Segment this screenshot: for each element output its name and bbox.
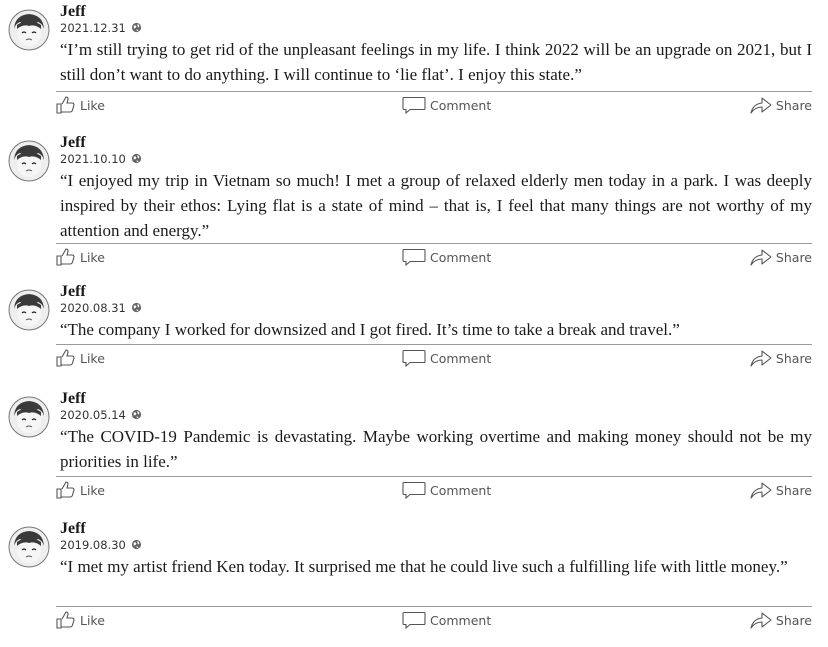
- author-name[interactable]: Jeff: [60, 283, 86, 301]
- share-icon: [750, 249, 772, 266]
- post-text: “I’m still trying to get rid of the unpl…: [60, 40, 812, 84]
- comment-icon: [402, 248, 426, 266]
- share-button[interactable]: Share: [750, 349, 812, 367]
- globe-icon: [131, 302, 141, 313]
- comment-label: Comment: [430, 249, 492, 265]
- share-button[interactable]: Share: [750, 481, 812, 499]
- share-icon: [750, 350, 772, 367]
- post-actions: Like Comment Share: [56, 243, 812, 270]
- post-text: “The COVID-19 Pandemic is devastating. M…: [60, 427, 812, 471]
- globe-icon: [131, 153, 141, 164]
- comment-label: Comment: [430, 97, 492, 113]
- post-date-row: 2021.12.31: [60, 20, 142, 35]
- share-label: Share: [775, 482, 812, 498]
- comment-button[interactable]: Comment: [402, 96, 491, 114]
- post-date-row: 2020.08.31: [60, 300, 142, 315]
- avatar[interactable]: [8, 526, 50, 568]
- avatar[interactable]: [8, 9, 50, 51]
- comment-label: Comment: [430, 350, 492, 366]
- post-date-row: 2020.05.14: [60, 407, 142, 422]
- post-actions: Like Comment Share: [56, 344, 812, 371]
- post-date: 2019.08.30: [60, 537, 126, 552]
- share-button[interactable]: Share: [750, 248, 812, 266]
- like-label: Like: [80, 249, 105, 265]
- post-date: 2020.08.31: [60, 300, 126, 315]
- thumbs-up-icon: [56, 611, 75, 629]
- share-icon: [750, 612, 772, 629]
- share-button[interactable]: Share: [750, 96, 812, 114]
- like-label: Like: [80, 350, 105, 366]
- author-name[interactable]: Jeff: [60, 390, 86, 408]
- share-icon: [750, 97, 772, 114]
- comment-icon: [402, 96, 426, 114]
- comment-button[interactable]: Comment: [402, 611, 491, 629]
- author-name[interactable]: Jeff: [60, 520, 86, 538]
- like-label: Like: [80, 97, 105, 113]
- avatar[interactable]: [8, 396, 50, 438]
- author-name[interactable]: Jeff: [60, 3, 86, 21]
- share-icon: [750, 482, 772, 499]
- like-button[interactable]: Like: [56, 96, 105, 114]
- share-label: Share: [775, 612, 812, 628]
- comment-icon: [402, 611, 426, 629]
- like-button[interactable]: Like: [56, 248, 105, 266]
- comment-button[interactable]: Comment: [402, 481, 491, 499]
- avatar[interactable]: [8, 289, 50, 331]
- post-actions: Like Comment Share: [56, 606, 812, 633]
- post-text: “The company I worked for downsized and …: [60, 320, 680, 339]
- comment-label: Comment: [430, 482, 492, 498]
- like-button[interactable]: Like: [56, 349, 105, 367]
- author-name[interactable]: Jeff: [60, 134, 86, 152]
- post-date: 2021.12.31: [60, 20, 126, 35]
- comment-button[interactable]: Comment: [402, 248, 491, 266]
- globe-icon: [131, 539, 141, 550]
- comment-icon: [402, 481, 426, 499]
- comment-label: Comment: [430, 612, 492, 628]
- share-label: Share: [775, 350, 812, 366]
- like-label: Like: [80, 482, 105, 498]
- like-label: Like: [80, 612, 105, 628]
- post-actions: Like Comment Share: [56, 476, 812, 503]
- thumbs-up-icon: [56, 248, 75, 266]
- like-button[interactable]: Like: [56, 611, 105, 629]
- globe-icon: [131, 22, 141, 33]
- post-text: “I met my artist friend Ken today. It su…: [60, 557, 788, 576]
- thumbs-up-icon: [56, 481, 75, 499]
- post-actions: Like Comment Share: [56, 91, 812, 118]
- avatar[interactable]: [8, 140, 50, 182]
- post-date-row: 2019.08.30: [60, 537, 142, 552]
- thumbs-up-icon: [56, 349, 75, 367]
- thumbs-up-icon: [56, 96, 75, 114]
- globe-icon: [131, 409, 141, 420]
- post-text: “I enjoyed my trip in Vietnam so much! I…: [60, 171, 812, 240]
- like-button[interactable]: Like: [56, 481, 105, 499]
- comment-icon: [402, 349, 426, 367]
- share-label: Share: [775, 249, 812, 265]
- post-date-row: 2021.10.10: [60, 151, 142, 166]
- comment-button[interactable]: Comment: [402, 349, 491, 367]
- share-button[interactable]: Share: [750, 611, 812, 629]
- post-date: 2020.05.14: [60, 407, 126, 422]
- post-date: 2021.10.10: [60, 151, 126, 166]
- share-label: Share: [775, 97, 812, 113]
